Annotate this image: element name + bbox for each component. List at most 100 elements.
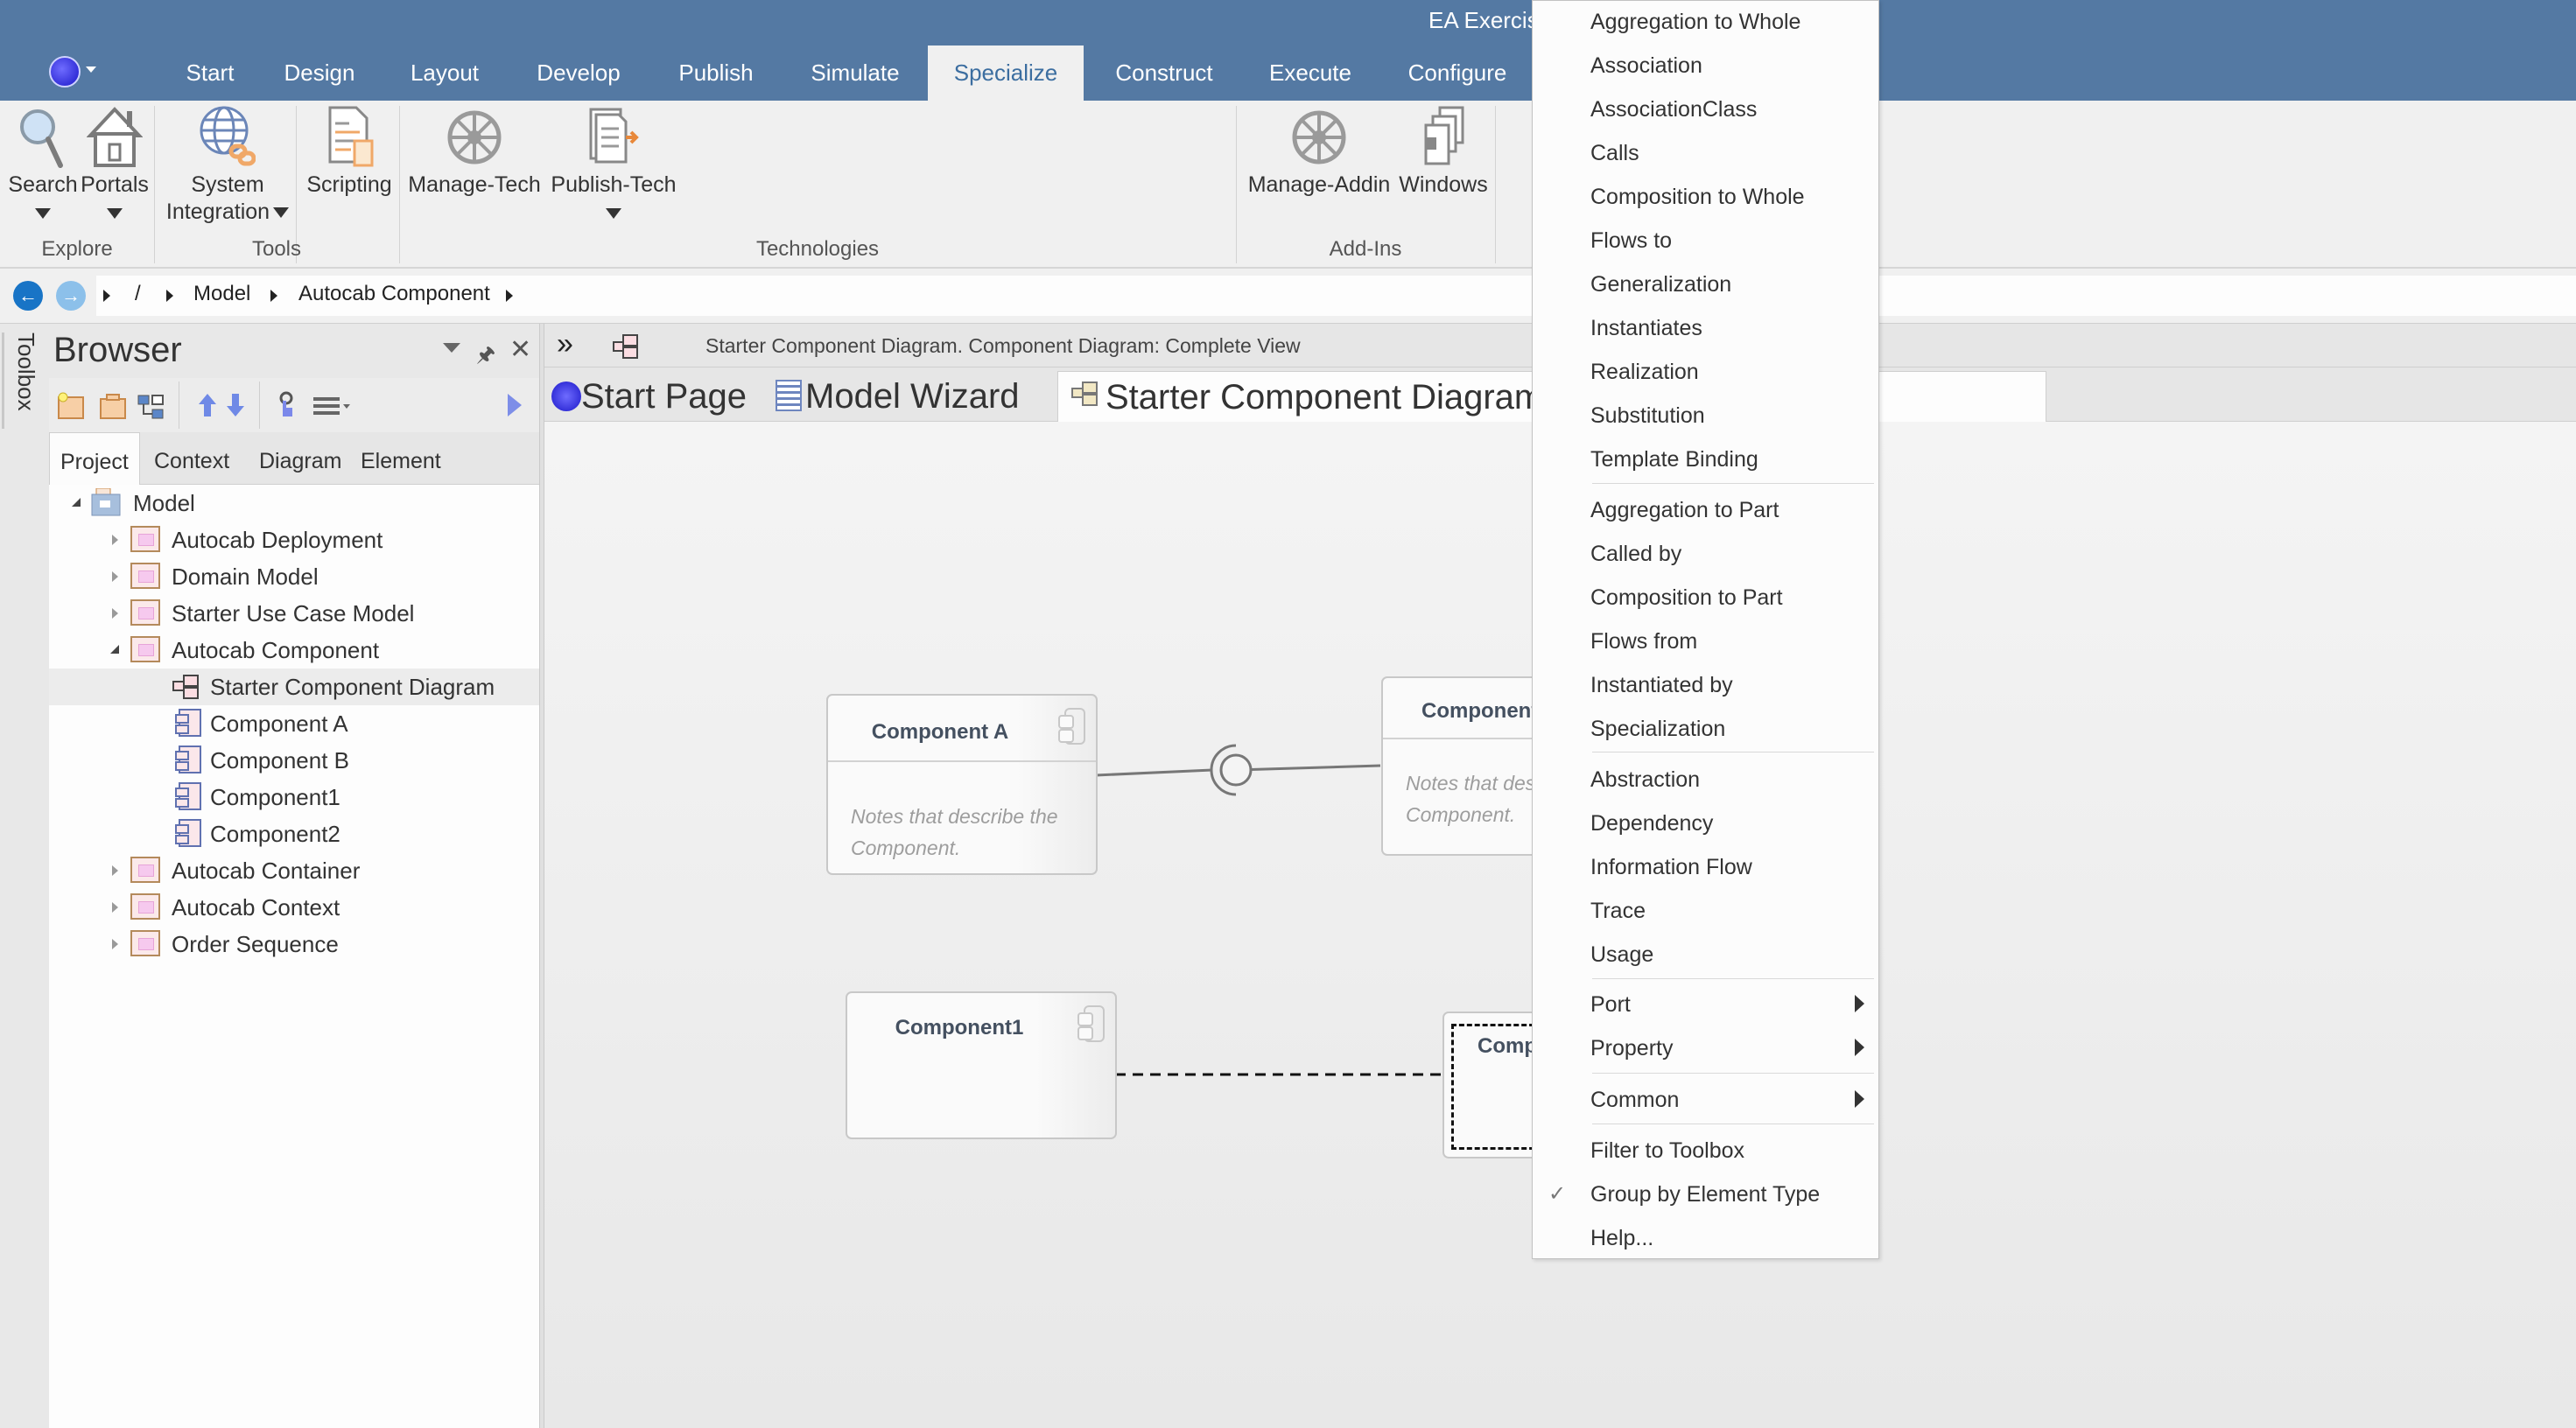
menu-lines-icon[interactable]: [312, 390, 350, 420]
app-logo-icon[interactable]: [49, 56, 81, 88]
menu-item-flows-to[interactable]: Flows to: [1533, 220, 1878, 262]
tab-simulate[interactable]: Simulate: [805, 46, 905, 101]
menu-item-information-flow[interactable]: Information Flow: [1533, 846, 1878, 888]
tree-item-package[interactable]: Autocab Context: [49, 889, 539, 926]
browser-tab-context[interactable]: Context: [144, 432, 240, 485]
provided-interface-icon[interactable]: [1219, 753, 1253, 787]
menu-item-filter-to-toolbox[interactable]: Filter to Toolbox: [1533, 1130, 1878, 1172]
tree-item-component[interactable]: Component B: [49, 742, 539, 779]
menu-item-common[interactable]: Common: [1533, 1079, 1878, 1121]
menu-item-substitution[interactable]: Substitution: [1533, 395, 1878, 437]
tree-item-package[interactable]: Starter Use Case Model: [49, 595, 539, 632]
portals-dropdown-caret-icon[interactable]: [107, 208, 123, 219]
breadcrumb-autocab-component[interactable]: Autocab Component: [298, 282, 490, 306]
menu-item-associationclass[interactable]: AssociationClass: [1533, 88, 1878, 130]
expand-right-arrow-icon[interactable]: [499, 390, 529, 420]
breadcrumb-root[interactable]: /: [135, 282, 141, 306]
browser-tab-project[interactable]: Project: [49, 432, 140, 486]
tab-configure[interactable]: Configure: [1400, 46, 1514, 101]
windows-button[interactable]: Windows: [1395, 104, 1492, 200]
publish-tech-button[interactable]: Publish-Tech: [548, 104, 679, 225]
tab-execute[interactable]: Execute: [1264, 46, 1357, 101]
new-diagram-icon[interactable]: [137, 390, 166, 420]
breadcrumb-model[interactable]: Model: [193, 282, 250, 306]
app-menu-caret-icon[interactable]: [86, 66, 96, 73]
scripting-button[interactable]: Scripting: [303, 104, 396, 200]
tree-item-package[interactable]: Autocab Deployment: [49, 522, 539, 558]
component-a[interactable]: Component A Notes that describe the Comp…: [826, 694, 1098, 875]
tab-start[interactable]: Start: [166, 46, 254, 101]
tab-develop[interactable]: Develop: [529, 46, 628, 101]
menu-item-template-binding[interactable]: Template Binding: [1533, 438, 1878, 480]
move-down-arrow-icon[interactable]: [221, 390, 250, 420]
menu-item-association[interactable]: Association: [1533, 45, 1878, 87]
portals-button[interactable]: Portals: [77, 104, 152, 225]
expand-triangle-icon[interactable]: [112, 902, 118, 913]
assembly-connector[interactable]: [1095, 768, 1213, 777]
expand-triangle-icon[interactable]: [112, 608, 118, 619]
tree-item-diagram[interactable]: Starter Component Diagram: [49, 668, 539, 705]
menu-item-generalization[interactable]: Generalization: [1533, 263, 1878, 305]
expand-triangle-icon[interactable]: [112, 865, 118, 876]
tab-specialize[interactable]: Specialize: [928, 46, 1084, 101]
collapse-triangle-icon[interactable]: [110, 645, 119, 654]
menu-item-calls[interactable]: Calls: [1533, 132, 1878, 174]
expand-triangle-icon[interactable]: [112, 535, 118, 545]
breadcrumb-separator-icon[interactable]: [506, 290, 513, 302]
expand-triangle-icon[interactable]: [112, 939, 118, 949]
menu-item-flows-from[interactable]: Flows from: [1533, 620, 1878, 662]
menu-item-group-by-element-type[interactable]: ✓ Group by Element Type: [1533, 1173, 1878, 1215]
menu-item-aggregation-to-whole[interactable]: Aggregation to Whole: [1533, 1, 1878, 43]
system-integration-caret-icon[interactable]: [273, 207, 290, 219]
menu-item-instantiated-by[interactable]: Instantiated by: [1533, 664, 1878, 706]
menu-item-help[interactable]: Help...: [1533, 1217, 1878, 1259]
menu-item-instantiates[interactable]: Instantiates: [1533, 307, 1878, 349]
menu-item-trace[interactable]: Trace: [1533, 890, 1878, 932]
menu-item-composition-to-whole[interactable]: Composition to Whole: [1533, 176, 1878, 218]
menu-item-dependency[interactable]: Dependency: [1533, 802, 1878, 844]
menu-item-property[interactable]: Property: [1533, 1027, 1878, 1069]
menu-item-usage[interactable]: Usage: [1533, 934, 1878, 976]
menu-item-specialization[interactable]: Specialization: [1533, 708, 1878, 750]
manage-tech-button[interactable]: Manage-Tech: [404, 104, 544, 200]
browser-tab-diagram[interactable]: Diagram: [249, 432, 352, 485]
browser-tab-element[interactable]: Element: [350, 432, 452, 485]
double-chevron-icon[interactable]: »: [557, 327, 573, 361]
breadcrumb-separator-icon[interactable]: [166, 290, 173, 302]
pin-icon[interactable]: 🖈: [476, 340, 495, 375]
search-dropdown-caret-icon[interactable]: [35, 208, 51, 219]
browser-dropdown-icon[interactable]: [443, 343, 460, 353]
forward-arrow-icon[interactable]: →: [56, 281, 86, 311]
tree-item-component[interactable]: Component A: [49, 705, 539, 742]
breadcrumb-separator-icon[interactable]: [103, 290, 110, 302]
close-icon[interactable]: ✕: [509, 334, 531, 365]
toolbox-strip[interactable]: [0, 324, 49, 1428]
tree-item-package[interactable]: Autocab Component: [49, 632, 539, 668]
doc-tab-model-wizard[interactable]: Model Wizard: [776, 371, 1020, 422]
menu-item-port[interactable]: Port: [1533, 984, 1878, 1026]
tree-item-package[interactable]: Domain Model: [49, 558, 539, 595]
expand-triangle-icon[interactable]: [112, 571, 118, 582]
menu-item-called-by[interactable]: Called by: [1533, 533, 1878, 575]
search-button[interactable]: Search: [5, 104, 81, 225]
back-arrow-icon[interactable]: ←: [13, 281, 43, 311]
toolbox-grip[interactable]: [2, 332, 4, 429]
manage-addin-button[interactable]: Manage-Addin: [1243, 104, 1395, 200]
menu-item-abstraction[interactable]: Abstraction: [1533, 759, 1878, 801]
publish-tech-caret-icon[interactable]: [606, 208, 621, 219]
tree-item-package[interactable]: Order Sequence: [49, 926, 539, 962]
tab-construct[interactable]: Construct: [1106, 46, 1222, 101]
tab-design[interactable]: Design: [276, 46, 363, 101]
new-package-icon[interactable]: [56, 390, 86, 420]
locate-touch-icon[interactable]: [271, 390, 301, 420]
tab-publish[interactable]: Publish: [670, 46, 762, 101]
menu-item-realization[interactable]: Realization: [1533, 351, 1878, 393]
toolbox-label[interactable]: Toolbox: [12, 332, 39, 411]
folder-icon[interactable]: [98, 390, 128, 420]
menu-item-aggregation-to-part[interactable]: Aggregation to Part: [1533, 489, 1878, 531]
doc-tab-start-page[interactable]: Start Page: [551, 371, 747, 422]
system-integration-button[interactable]: System Integration: [158, 104, 298, 227]
move-up-arrow-icon[interactable]: [193, 390, 222, 420]
tab-layout[interactable]: Layout: [401, 46, 488, 101]
assembly-connector[interactable]: [1235, 764, 1381, 772]
